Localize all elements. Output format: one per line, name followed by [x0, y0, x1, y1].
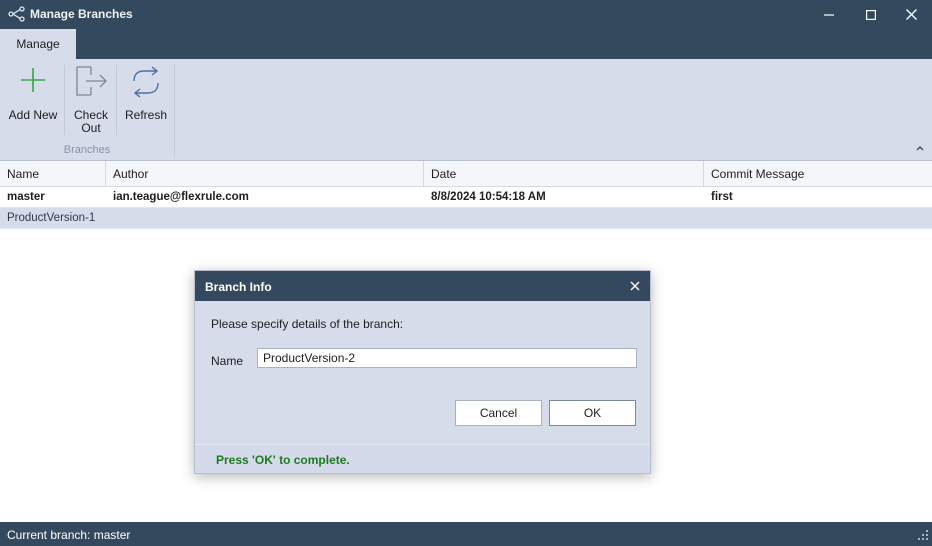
footer-message: Press 'OK' to complete. — [216, 453, 350, 467]
ribbon-separator — [116, 65, 117, 135]
maximize-icon — [866, 9, 876, 20]
column-header-author[interactable]: Author — [106, 161, 424, 186]
cell-name: ProductVersion-1 — [7, 212, 96, 224]
grid-header: Name Author Date Commit Message — [0, 161, 932, 187]
ribbon-tab-strip: Manage — [0, 29, 932, 59]
table-row-selected[interactable]: ProductVersion-1 — [0, 208, 932, 229]
branch-name-input[interactable] — [257, 348, 637, 368]
add-new-button[interactable]: Add New — [5, 59, 61, 141]
cell-name: master — [7, 191, 45, 203]
dialog-prompt: Please specify details of the branch: — [211, 317, 404, 331]
minimize-icon — [824, 13, 834, 16]
ribbon-group-separator — [174, 65, 175, 157]
dialog-footer: Press 'OK' to complete. — [195, 444, 650, 473]
close-button[interactable] — [890, 0, 932, 29]
window-title: Manage Branches — [30, 7, 133, 21]
check-out-label-line2: Out — [81, 121, 101, 135]
close-icon — [905, 9, 917, 20]
cell-author: ian.teague@flexrule.com — [113, 191, 249, 203]
column-header-commit-message[interactable]: Commit Message — [704, 161, 932, 186]
branch-icon — [8, 6, 26, 22]
check-out-button[interactable]: Check Out — [66, 59, 116, 141]
dialog-title: Branch Info — [205, 280, 272, 294]
refresh-label: Refresh — [124, 108, 168, 122]
refresh-icon — [129, 66, 163, 101]
name-label: Name — [211, 354, 244, 368]
cancel-button[interactable]: Cancel — [455, 400, 542, 426]
tab-manage[interactable]: Manage — [0, 29, 76, 59]
ok-button[interactable]: OK — [549, 400, 636, 426]
dialog-title-bar: Branch Info — [195, 271, 650, 301]
column-header-date[interactable]: Date — [424, 161, 704, 186]
ribbon-separator — [64, 65, 65, 135]
ribbon-group-label: Branches — [63, 144, 111, 156]
add-new-label: Add New — [8, 108, 58, 122]
minimize-button[interactable] — [808, 0, 850, 29]
table-row[interactable]: master ian.teague@flexrule.com 8/8/2024 … — [0, 187, 932, 208]
plus-icon — [19, 66, 47, 97]
cell-commit-message: first — [711, 191, 733, 203]
resize-grip-icon[interactable] — [918, 529, 928, 543]
checkout-icon — [74, 65, 108, 100]
current-branch-status: Current branch: master — [7, 528, 131, 542]
status-bar: Current branch: master — [0, 522, 932, 546]
ribbon: Add New Check Out Refresh Branches — [0, 59, 932, 161]
chevron-up-icon[interactable] — [916, 140, 924, 154]
title-bar: Manage Branches — [0, 0, 932, 29]
column-header-name[interactable]: Name — [0, 161, 106, 186]
refresh-button[interactable]: Refresh — [118, 59, 174, 141]
dialog-close-icon[interactable] — [630, 280, 640, 294]
cell-date: 8/8/2024 10:54:18 AM — [431, 191, 546, 203]
branch-info-dialog: Branch Info Please specify details of th… — [194, 270, 651, 474]
maximize-button[interactable] — [850, 0, 892, 29]
